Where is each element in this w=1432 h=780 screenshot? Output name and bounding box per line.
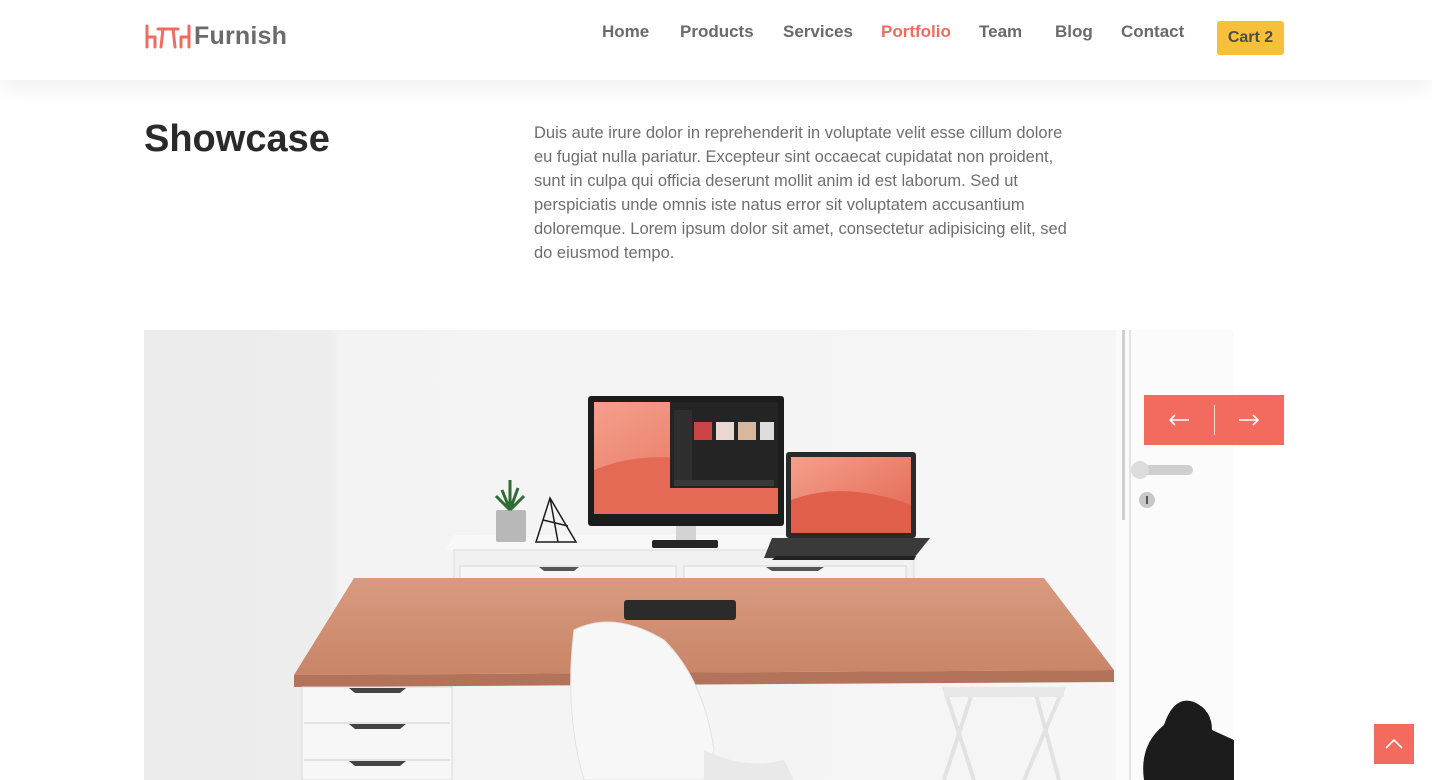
nav-item-home[interactable]: Home <box>602 22 649 42</box>
nav-item-services[interactable]: Services <box>783 22 853 42</box>
brand-name: Furnish <box>194 21 288 50</box>
logo[interactable]: Furnish <box>144 20 287 52</box>
nav-item-products[interactable]: Products <box>680 22 754 42</box>
arrow-right-icon <box>1239 414 1260 426</box>
arrow-left-icon <box>1168 414 1189 426</box>
nav-item-portfolio[interactable]: Portfolio <box>881 22 951 42</box>
site-header: Furnish Home Products Services Portfolio… <box>0 0 1432 80</box>
nav-item-team[interactable]: Team <box>979 22 1022 42</box>
slider-prev-button[interactable] <box>1144 395 1214 445</box>
page-title: Showcase <box>144 118 330 160</box>
nav-item-blog[interactable]: Blog <box>1055 22 1093 42</box>
chevron-up-icon <box>1385 739 1403 749</box>
slider-controls <box>1144 395 1284 445</box>
slider-next-button[interactable] <box>1215 395 1285 445</box>
showcase-image <box>144 330 1234 780</box>
cart-button[interactable]: Cart 2 <box>1217 21 1284 55</box>
chair-table-logo-icon <box>145 24 191 49</box>
nav-item-contact[interactable]: Contact <box>1121 22 1184 42</box>
section-description: Duis aute irure dolor in reprehenderit i… <box>534 124 1067 262</box>
scroll-to-top-button[interactable] <box>1374 724 1414 764</box>
desk-workspace-photo <box>144 330 1234 780</box>
